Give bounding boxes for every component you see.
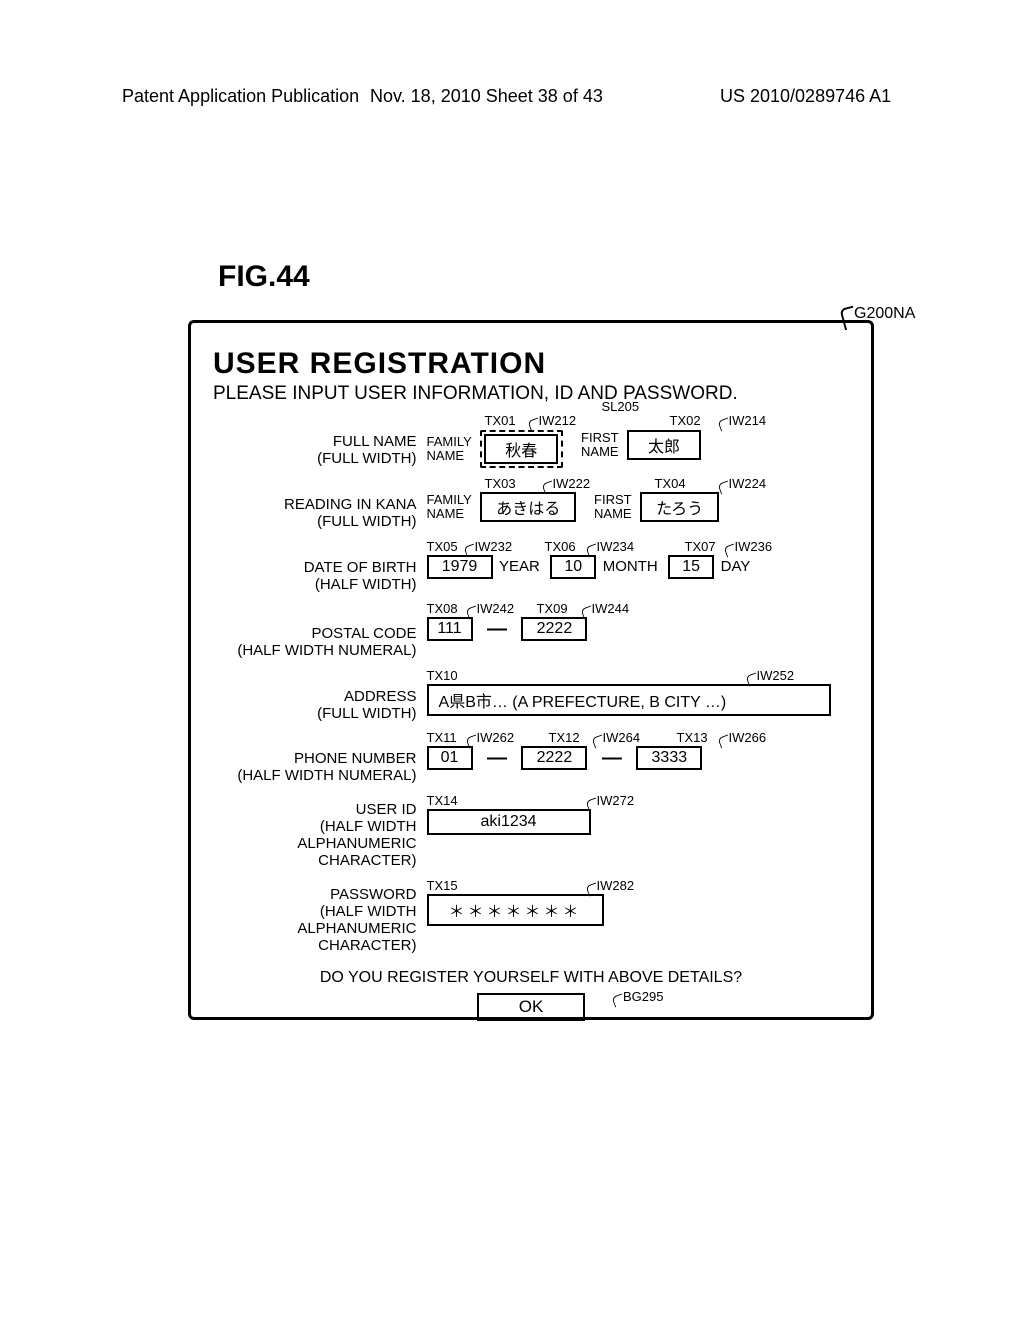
row-address: ADDRESS (FULL WIDTH) TX10 IW252 A県B市… (A… [213,670,849,723]
input-day[interactable]: 15 [668,555,714,579]
label-userid-note1: (HALF WIDTH ALPHANUMERIC [297,818,416,852]
callout-iw214: IW214 [729,413,767,428]
input-address[interactable]: A県B市… (A PREFECTURE, B CITY …) [427,684,831,716]
callout-tx01: TX01 [485,413,516,428]
focused-field-marker: 秋春 [480,430,563,468]
row-password: PASSWORD (HALF WIDTH ALPHANUMERIC CHARAC… [213,880,849,955]
callout-tx11: TX11 [427,730,457,745]
callout-tx10: TX10 [427,668,458,683]
callout-tx14: TX14 [427,793,458,808]
input-password[interactable]: ＊＊＊＊＊＊＊ [427,894,604,926]
publication-number: US 2010/0289746 A1 [720,86,891,107]
unit-month: MONTH [601,558,664,575]
label-userid-note2: CHARACTER) [318,852,416,869]
confirm-text: DO YOU REGISTER YOURSELF WITH ABOVE DETA… [213,969,849,987]
row-dob: DATE OF BIRTH (HALF WIDTH) TX05 IW232 TX… [213,541,849,594]
unit-year: YEAR [497,558,546,575]
callout-iw244: IW244 [592,601,630,616]
ok-button[interactable]: OK [477,993,586,1021]
caption-name2: NAME [581,444,619,459]
callout-iw272: IW272 [597,793,635,808]
callout-iw232: IW232 [475,539,513,554]
label-postal-note: (HALF WIDTH NUMERAL) [237,642,416,659]
label-dob-note: (HALF WIDTH) [315,576,417,593]
caption-name1: NAME [427,448,465,463]
unit-day: DAY [719,558,757,575]
label-kana: READING IN KANA [284,496,417,513]
callout-tx02: TX02 [670,413,701,428]
callout-iw252: IW252 [757,668,795,683]
callout-tx15: TX15 [427,878,458,893]
publication-date-sheet: Nov. 18, 2010 Sheet 38 of 43 [370,86,603,107]
callout-bg295: BG295 [623,989,663,1004]
caption-kana-name2: NAME [594,506,632,521]
label-full-name-note: (FULL WIDTH) [317,450,416,467]
callout-iw262: IW262 [477,730,515,745]
label-postal: POSTAL CODE [311,625,416,642]
callout-tx13: TX13 [677,730,708,745]
callout-tx05: TX05 [427,539,458,554]
input-postal2[interactable]: 2222 [521,617,587,641]
callout-tx08: TX08 [427,601,458,616]
input-kana-first[interactable]: たろう [640,492,719,522]
callout-iw224: IW224 [729,476,767,491]
page-title: USER REGISTRATION [213,347,849,381]
row-fullname: FULL NAME (FULL WIDTH) SL205 TX01 IW212 … [213,415,849,468]
label-address: ADDRESS [344,688,417,705]
callout-iw266: IW266 [729,730,767,745]
callout-tx07: TX07 [685,539,716,554]
row-postal: POSTAL CODE (HALF WIDTH NUMERAL) TX08 IW… [213,603,849,660]
input-month[interactable]: 10 [550,555,596,579]
callout-iw212: IW212 [539,413,577,428]
row-kana: READING IN KANA (FULL WIDTH) TX03 IW222 … [213,478,849,531]
dash-icon: — [592,747,632,770]
label-phone-note: (HALF WIDTH NUMERAL) [237,767,416,784]
callout-tx09: TX09 [537,601,568,616]
input-phone1[interactable]: 01 [427,746,473,770]
label-full-name: FULL NAME [333,433,417,450]
row-userid: USER ID (HALF WIDTH ALPHANUMERIC CHARACT… [213,795,849,870]
label-phone: PHONE NUMBER [294,750,417,767]
input-phone3[interactable]: 3333 [636,746,702,770]
callout-iw222: IW222 [553,476,591,491]
label-address-note: (FULL WIDTH) [317,705,416,722]
callout-iw282: IW282 [597,878,635,893]
figure-label: FIG.44 [218,260,310,294]
dash-icon: — [477,618,517,641]
publication-type: Patent Application Publication [122,86,359,107]
callout-iw234: IW234 [597,539,635,554]
input-userid[interactable]: aki1234 [427,809,591,835]
callout-sl205: SL205 [602,399,640,414]
label-dob: DATE OF BIRTH [304,559,417,576]
label-password-note2: CHARACTER) [318,937,416,954]
label-kana-note: (FULL WIDTH) [317,513,416,530]
input-postal1[interactable]: 111 [427,617,473,641]
callout-iw242: IW242 [477,601,515,616]
caption-kana-name1: NAME [427,506,465,521]
callout-iw264: IW264 [603,730,641,745]
input-family-name[interactable]: 秋春 [484,434,558,464]
label-password: PASSWORD [330,886,416,903]
row-phone: PHONE NUMBER (HALF WIDTH NUMERAL) TX11 I… [213,732,849,785]
callout-tx03: TX03 [485,476,516,491]
input-year[interactable]: 1979 [427,555,493,579]
input-phone2[interactable]: 2222 [521,746,587,770]
dash-icon: — [477,747,517,770]
input-kana-family[interactable]: あきはる [480,492,576,522]
callout-tx04: TX04 [655,476,686,491]
label-password-note1: (HALF WIDTH ALPHANUMERIC [297,903,416,937]
input-first-name[interactable]: 太郎 [627,430,701,460]
page-subtitle: PLEASE INPUT USER INFORMATION, ID AND PA… [213,383,849,405]
label-userid: USER ID [356,801,417,818]
callout-tx12: TX12 [549,730,580,745]
registration-panel: USER REGISTRATION PLEASE INPUT USER INFO… [188,320,874,1020]
callout-iw236: IW236 [735,539,773,554]
callout-tx06: TX06 [545,539,576,554]
